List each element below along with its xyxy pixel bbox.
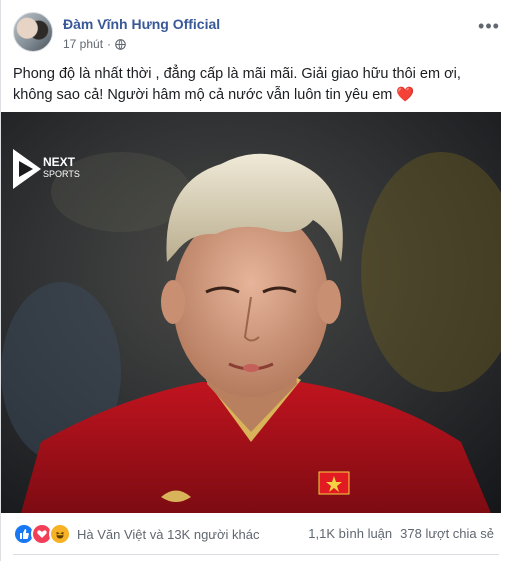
post-text: Phong độ là nhất thời , đẳng cấp là mãi … <box>13 64 498 106</box>
post-text-line1: Phong độ là nhất thời , đẳng cấp là mãi … <box>13 66 461 82</box>
comments-count[interactable]: 1,1K bình luận <box>308 526 392 541</box>
post-text-line2: không sao cả! Người hâm mộ cả nước vẫn l… <box>13 87 393 103</box>
reactions-summary[interactable]: Hà Văn Việt và 13K người khác <box>13 523 259 545</box>
post-photo[interactable]: NEXT SPORTS <box>1 112 501 513</box>
logo-text-sports: SPORTS <box>43 169 80 179</box>
haha-icon[interactable] <box>49 523 71 545</box>
post-meta: 17 phút · <box>63 37 126 51</box>
post-stats: 1,1K bình luận 378 lượt chia sẻ <box>308 526 494 541</box>
globe-icon[interactable] <box>115 38 126 50</box>
divider <box>13 554 499 555</box>
logo-text-next: NEXT <box>43 155 76 169</box>
post-card: Đàm Vĩnh Hưng Official 17 phút · ••• Pho… <box>0 0 512 561</box>
next-sports-logo: NEXT SPORTS <box>11 147 86 192</box>
reactions-label[interactable]: Hà Văn Việt và 13K người khác <box>77 527 259 542</box>
post-time[interactable]: 17 phút <box>63 37 103 51</box>
shares-count[interactable]: 378 lượt chia sẻ <box>400 526 494 541</box>
more-options-icon[interactable]: ••• <box>477 14 501 38</box>
avatar[interactable] <box>13 12 53 52</box>
heart-emoji: ❤️ <box>396 87 415 103</box>
post-header: Đàm Vĩnh Hưng Official 17 phút · ••• <box>13 12 501 56</box>
author-name[interactable]: Đàm Vĩnh Hưng Official <box>63 16 220 32</box>
